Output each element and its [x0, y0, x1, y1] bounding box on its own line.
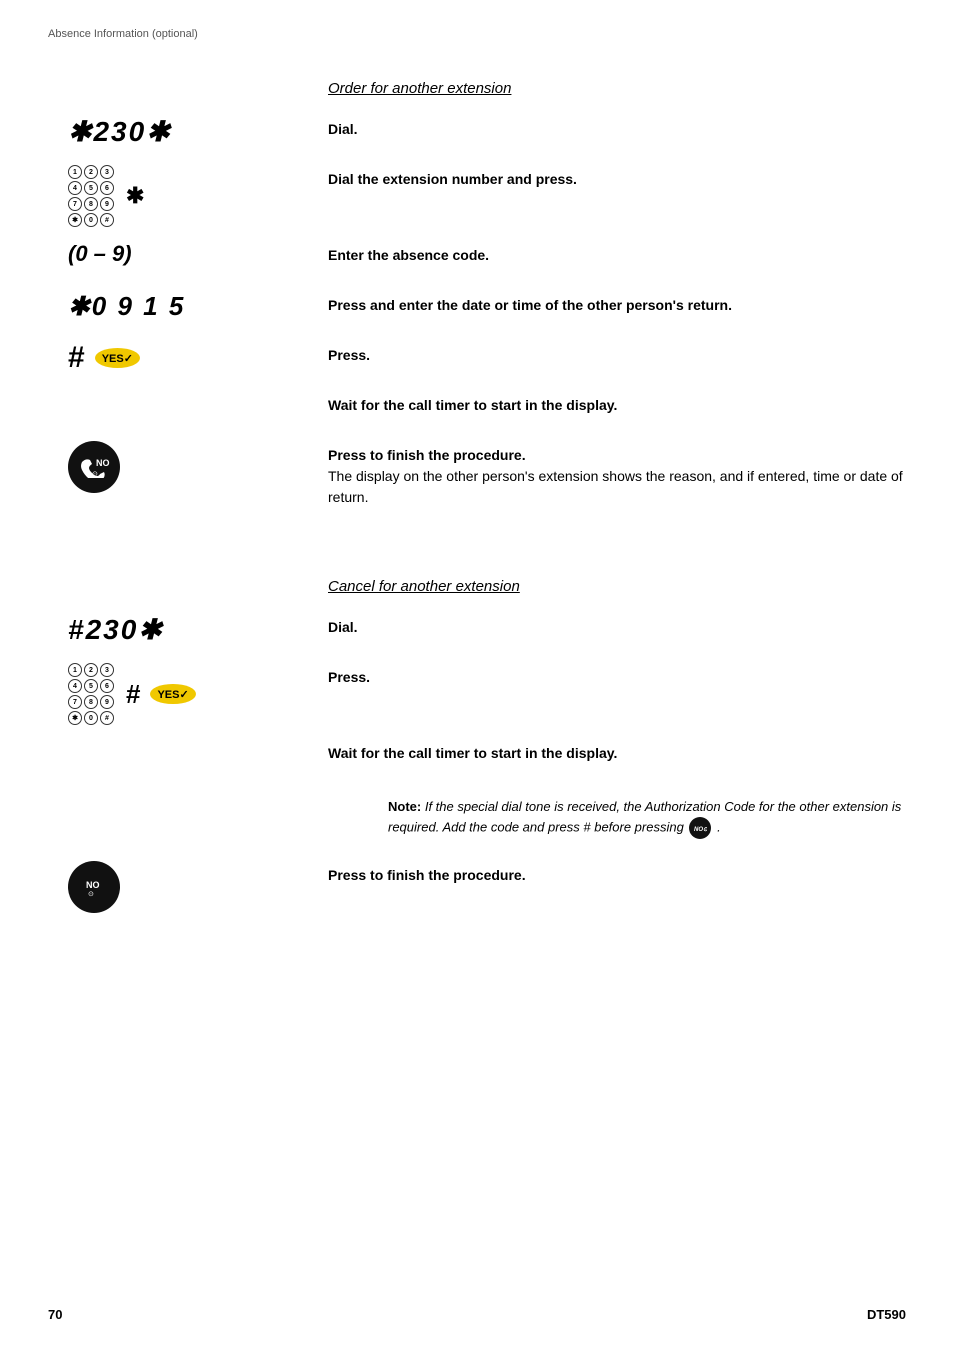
cancel-text-1: Dial. [328, 613, 906, 638]
yes-button[interactable]: YES✓ [95, 348, 140, 368]
order-row-3: (0 – 9) Enter the absence code. [48, 241, 906, 277]
main-content: Order for another extension ✱230✱ Dial. … [48, 80, 906, 927]
svg-text:NO: NO [96, 458, 110, 468]
c-key-5: 5 [84, 679, 98, 693]
order-row-5: # YES✓ Press. [48, 341, 906, 377]
order-row-1: ✱230✱ Dial. [48, 115, 906, 151]
product-name: DT590 [867, 1307, 906, 1322]
svg-text:⊙: ⊙ [88, 891, 94, 898]
svg-text:NO: NO [86, 880, 100, 890]
cancel-row-3: Wait for the call timer to start in the … [48, 739, 906, 775]
paren-code: (0 – 9) [68, 241, 132, 267]
key-star: ✱ [68, 213, 82, 227]
order-text-1: Dial. [328, 115, 906, 140]
order-text-7: Press to finish the procedure. The displ… [328, 441, 906, 508]
cancel-text-5: Press to finish the procedure. [328, 861, 906, 886]
key-hash: # [100, 213, 114, 227]
hash-symbol-2: # [126, 679, 140, 710]
dial-code-0915: ✱0 9 1 5 [68, 291, 185, 322]
order-text-4: Press and enter the date or time of the … [328, 291, 906, 316]
keypad-hash-yes-combo: 1 2 3 4 5 6 7 8 9 ✱ 0 # # YES✓ [68, 663, 196, 725]
svg-text:⊙: ⊙ [92, 471, 98, 478]
cancel-symbol-2: 1 2 3 4 5 6 7 8 9 ✱ 0 # # YES✓ [48, 663, 328, 725]
keypad-icon: 1 2 3 4 5 6 7 8 9 ✱ 0 # [68, 165, 114, 227]
order-text-2: Dial the extension number and press. [328, 165, 906, 190]
svg-text:NO⊙: NO⊙ [694, 827, 707, 833]
cancel-row-note: Note: If the special dial tone is receiv… [48, 789, 906, 847]
cancel-text-3: Wait for the call timer to start in the … [328, 739, 906, 764]
header-label: Absence Information (optional) [48, 28, 198, 40]
hash-symbol: # [68, 341, 85, 375]
yes-button-2[interactable]: YES✓ [150, 684, 195, 704]
key-6: 6 [100, 181, 114, 195]
order-row-2: 1 2 3 4 5 6 7 8 9 ✱ 0 # ✱ [48, 165, 906, 227]
hash-yes-combo: # YES✓ [68, 341, 140, 375]
key-0: 0 [84, 213, 98, 227]
key-7: 7 [68, 197, 82, 211]
note-block: Note: If the special dial tone is receiv… [388, 797, 906, 839]
cancel-text-note: Note: If the special dial tone is receiv… [328, 789, 906, 847]
cancel-heading: Cancel for another extension [328, 578, 906, 595]
order-text-5: Press. [328, 341, 906, 366]
c-key-8: 8 [84, 695, 98, 709]
c-key-9: 9 [100, 695, 114, 709]
key-9: 9 [100, 197, 114, 211]
c-key-6: 6 [100, 679, 114, 693]
c-key-star: ✱ [68, 711, 82, 725]
dial-code-star230star: ✱230✱ [68, 115, 172, 148]
key-5: 5 [84, 181, 98, 195]
order-symbol-7: NO ⊙ [48, 441, 328, 493]
key-2: 2 [84, 165, 98, 179]
no-button-cancel[interactable]: NO ⊙ [68, 861, 120, 913]
inline-no-button: NO⊙ [689, 817, 711, 839]
order-row-7: NO ⊙ Press to finish the procedure. The … [48, 441, 906, 508]
keypad-star-combo: 1 2 3 4 5 6 7 8 9 ✱ 0 # ✱ [68, 165, 144, 227]
keypad-icon-2: 1 2 3 4 5 6 7 8 9 ✱ 0 # [68, 663, 114, 725]
star-symbol: ✱ [126, 183, 144, 209]
order-symbol-5: # YES✓ [48, 341, 328, 375]
cancel-row-2: 1 2 3 4 5 6 7 8 9 ✱ 0 # # YES✓ [48, 663, 906, 725]
cancel-text-2: Press. [328, 663, 906, 688]
cancel-symbol-1: #230✱ [48, 613, 328, 646]
cancel-row-5: NO ⊙ Press to finish the procedure. [48, 861, 906, 913]
dial-code-hash230star: #230✱ [68, 613, 164, 646]
cancel-row-1: #230✱ Dial. [48, 613, 906, 649]
key-4: 4 [68, 181, 82, 195]
order-symbol-2: 1 2 3 4 5 6 7 8 9 ✱ 0 # ✱ [48, 165, 328, 227]
order-heading: Order for another extension [328, 80, 906, 97]
no-button-order[interactable]: NO ⊙ [68, 441, 120, 493]
cancel-symbol-5: NO ⊙ [48, 861, 328, 913]
c-key-1: 1 [68, 663, 82, 677]
order-symbol-3: (0 – 9) [48, 241, 328, 267]
c-key-7: 7 [68, 695, 82, 709]
key-8: 8 [84, 197, 98, 211]
key-1: 1 [68, 165, 82, 179]
order-row-6: Wait for the call timer to start in the … [48, 391, 906, 427]
c-key-2: 2 [84, 663, 98, 677]
key-3: 3 [100, 165, 114, 179]
c-key-hash: # [100, 711, 114, 725]
page-number: 70 [48, 1307, 62, 1322]
c-key-0: 0 [84, 711, 98, 725]
cancel-section: Cancel for another extension #230✱ Dial.… [48, 578, 906, 913]
order-text-3: Enter the absence code. [328, 241, 906, 266]
c-key-4: 4 [68, 679, 82, 693]
c-key-3: 3 [100, 663, 114, 677]
order-symbol-1: ✱230✱ [48, 115, 328, 148]
order-text-6: Wait for the call timer to start in the … [328, 391, 906, 416]
order-row-4: ✱0 9 1 5 Press and enter the date or tim… [48, 291, 906, 327]
page-header: Absence Information (optional) [48, 28, 198, 40]
order-section: Order for another extension ✱230✱ Dial. … [48, 80, 906, 508]
order-symbol-4: ✱0 9 1 5 [48, 291, 328, 322]
